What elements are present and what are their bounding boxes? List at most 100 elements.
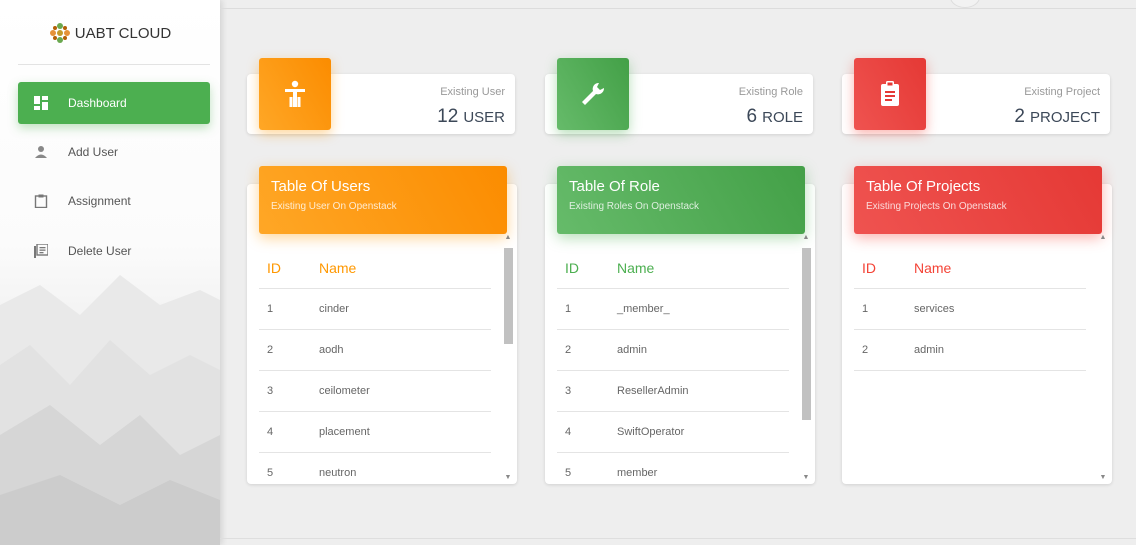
table-row[interactable]: 3 ceilometer [259,371,491,412]
stat-unit: PROJECT [1029,109,1100,126]
users-table: ID Name 1 cinder 2 aodh 3 ceilometer 4 place… [259,248,503,484]
table-row[interactable]: 2 admin [854,330,1086,371]
scroll-up-icon[interactable]: ▲ [1098,234,1108,242]
dashboard-icon [34,96,48,110]
bottom-divider [220,538,1136,539]
table-subtitle: Existing Roles On Openstack [569,201,700,212]
table-title: Table Of Role [569,178,660,195]
wrench-icon [557,58,629,130]
brand-logo[interactable]: UABT CLOUD [0,22,220,44]
cell-id: 1 [862,303,869,315]
scrollbar-thumb[interactable] [802,248,811,420]
users-table-card: Table Of Users Existing User On Openstac… [247,166,517,484]
stat-number: 2 [1014,106,1025,127]
stat-number: 12 [437,106,459,127]
brand-name: UABT CLOUD [74,24,172,42]
table-row[interactable]: 5 neutron [259,453,491,484]
stat-caption: Existing User [440,86,505,98]
stat-value: 12 USER [437,106,505,128]
table-subtitle: Existing Projects On Openstack [866,201,1007,212]
scroll-down-icon[interactable]: ▼ [503,474,513,482]
table-row[interactable]: 3 ResellerAdmin [557,371,789,412]
cell-name: member [617,467,658,479]
table-header-row: ID Name [854,248,1086,289]
cell-id: 2 [862,344,869,356]
sidebar-item-dashboard[interactable]: Dashboard [18,82,210,124]
cell-id: 5 [565,467,572,479]
table-row[interactable]: 4 placement [259,412,491,453]
cell-name: ResellerAdmin [617,385,689,397]
table-row[interactable]: 1 services [854,289,1086,330]
cell-name: placement [319,426,370,438]
cell-name: admin [617,344,647,356]
ornament-logo-icon [49,23,70,43]
scroll-down-icon[interactable]: ▼ [1098,474,1108,482]
table-row[interactable]: 1 cinder [259,289,491,330]
scrollbar-thumb[interactable] [504,248,513,344]
cell-name: admin [914,344,944,356]
cell-id: 4 [267,426,274,438]
column-header-id: ID [565,260,579,276]
cell-id: 2 [565,344,572,356]
column-header-name: Name [319,260,357,276]
stat-unit: USER [463,109,505,126]
table-header-row: ID Name [259,248,491,289]
table-title: Table Of Users [271,178,371,195]
projects-table-header: Table Of Projects Existing Projects On O… [854,166,1102,234]
stat-value: 6 ROLE [747,106,803,128]
stat-caption: Existing Role [738,86,803,98]
table-row[interactable]: 2 aodh [259,330,491,371]
sidebar-item-label: Assignment [68,194,131,208]
cell-id: 3 [267,385,274,397]
cell-name: SwiftOperator [617,426,685,438]
cell-id: 2 [267,344,274,356]
table-row[interactable]: 4 SwiftOperator [557,412,789,453]
library-books-icon [34,244,48,258]
users-table-scrollbar[interactable]: ▲ ▼ [503,234,513,482]
table-row[interactable]: 2 admin [557,330,789,371]
table-row[interactable]: 1 _member_ [557,289,789,330]
table-row[interactable]: 5 member [557,453,789,484]
clipboard-icon [34,194,48,208]
column-header-name: Name [617,260,655,276]
users-table-header: Table Of Users Existing User On Openstac… [259,166,507,234]
scroll-up-icon[interactable]: ▲ [801,234,811,242]
sidebar-item-delete-user[interactable]: Delete User [18,230,210,272]
roles-table-scrollbar[interactable]: ▲ ▼ [801,234,811,482]
cell-id: 3 [565,385,572,397]
sidebar: UABT CLOUD Dashboard Add User Assignment… [0,0,220,545]
column-header-id: ID [267,260,281,276]
projects-table: ID Name 1 services 2 admin [854,248,1098,484]
cell-id: 5 [267,467,274,479]
sidebar-item-assignment[interactable]: Assignment [18,180,210,222]
table-subtitle: Existing User On Openstack [271,201,397,212]
roles-table-header: Table Of Role Existing Roles On Openstac… [557,166,805,234]
stat-card-roles: Existing Role 6 ROLE [545,58,813,134]
stat-card-projects: Existing Project 2 PROJECT [842,58,1110,134]
table-title: Table Of Projects [866,178,981,195]
person-icon [35,146,47,158]
sidebar-item-add-user[interactable]: Add User [18,131,210,173]
profile-avatar[interactable] [950,0,980,8]
sidebar-item-label: Dashboard [68,96,127,110]
projects-table-scrollbar[interactable]: ▲ ▼ [1098,234,1108,482]
cell-name: _member_ [617,303,670,315]
sidebar-item-label: Add User [68,145,119,159]
stat-card-users: Existing User 12 USER [247,58,515,134]
cell-id: 4 [565,426,572,438]
stat-number: 6 [746,106,758,127]
logo-divider [18,64,210,65]
mountain-background-image [0,275,220,545]
scroll-up-icon[interactable]: ▲ [503,234,513,242]
cell-name: services [914,303,955,315]
cell-name: aodh [319,344,344,356]
top-divider [220,8,1136,9]
projects-table-card: Table Of Projects Existing Projects On O… [842,166,1112,484]
stat-unit: ROLE [762,109,803,126]
column-header-name: Name [914,260,952,276]
sidebar-item-label: Delete User [68,244,132,258]
cell-name: ceilometer [319,385,370,397]
scroll-down-icon[interactable]: ▼ [801,474,811,482]
stat-value: 2 PROJECT [1014,106,1100,128]
assignment-icon [854,58,926,130]
